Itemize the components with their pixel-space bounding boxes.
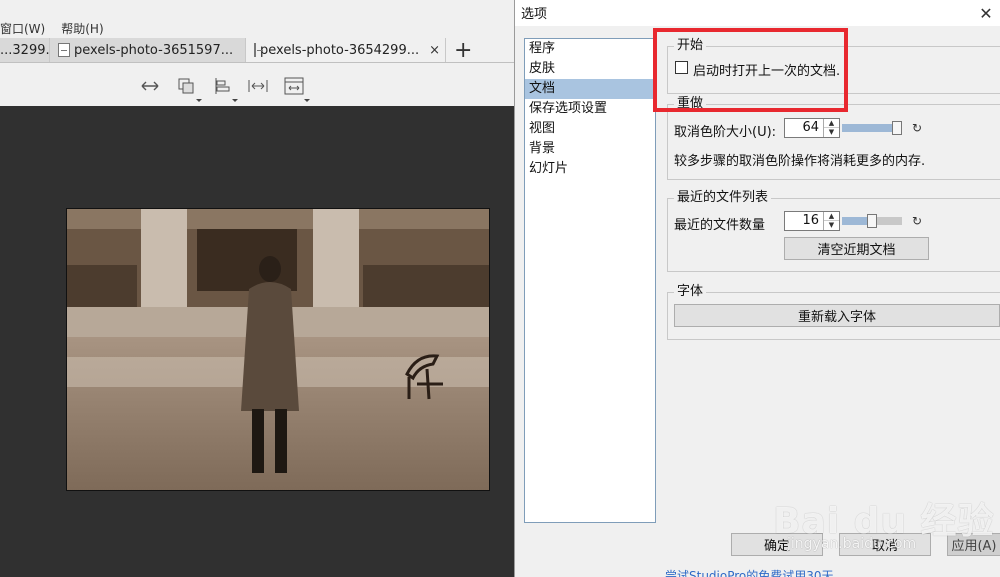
menu-help[interactable]: 帮助(H) (61, 20, 103, 38)
menubar: 窗口(W) 帮助(H) (0, 20, 104, 38)
tab-document-2[interactable]: pexels-photo-3651597... (50, 38, 246, 62)
undo-memory-note: 较多步骤的取消色阶操作将消耗更多的内存. (674, 154, 926, 169)
font-group: 字体 重新载入字体 (667, 284, 1000, 340)
nav-item-slideshow[interactable]: 幻灯片 (525, 159, 655, 179)
recent-files-count-slider[interactable] (842, 214, 902, 228)
tab-bar: ...3299... pexels-photo-3651597... pexel… (0, 38, 514, 62)
recent-files-count-value: 16 (802, 213, 819, 228)
recent-files-count-label: 最近的文件数量 (674, 218, 766, 233)
reload-fonts-button[interactable]: 重新载入字体 (674, 304, 1000, 327)
nav-item-view[interactable]: 视图 (525, 119, 655, 139)
nav-item-document[interactable]: 文档 (525, 79, 655, 99)
new-tab-button[interactable]: + (446, 40, 480, 62)
trial-offer-link[interactable]: 尝试StudioPro的免费试用30天 (665, 567, 834, 577)
slider-fill (842, 124, 897, 132)
document-icon (58, 43, 70, 57)
nav-item-save-options[interactable]: 保存选项设置 (525, 99, 655, 119)
options-dialog: 选项 ✕ 程序 皮肤 文档 保存选项设置 视图 背景 幻灯片 开始 启动时打开上… (514, 0, 1000, 577)
recent-files-group-title: 最近的文件列表 (674, 190, 772, 206)
stepper-down-icon[interactable]: ▼ (824, 128, 839, 137)
tab-label: pexels-photo-3654299... (260, 42, 420, 58)
cancel-button[interactable]: 取消 (839, 533, 931, 556)
menu-window[interactable]: 窗口(W) (0, 20, 45, 38)
fit-spacing-icon[interactable] (246, 74, 270, 98)
layers-icon[interactable] (174, 74, 202, 102)
tab-document-1[interactable]: ...3299... (0, 38, 58, 62)
stepper-down-icon[interactable]: ▼ (824, 221, 839, 230)
clear-recent-documents-button[interactable]: 清空近期文档 (784, 237, 929, 260)
tab-close-icon[interactable]: × (429, 43, 440, 58)
close-icon[interactable]: ✕ (971, 0, 1000, 26)
slider-thumb[interactable] (867, 214, 877, 228)
tab-document-3[interactable]: pexels-photo-3654299... × (246, 38, 446, 62)
stepper-arrows[interactable]: ▲ ▼ (823, 119, 839, 137)
dialog-titlebar[interactable]: 选项 ✕ (515, 0, 1000, 26)
reset-recent-icon[interactable]: ↻ (912, 214, 922, 228)
recent-files-count-stepper[interactable]: 16 ▲ ▼ (784, 211, 840, 231)
fit-width-icon[interactable] (138, 74, 162, 98)
stepper-up-icon[interactable]: ▲ (824, 212, 839, 221)
nav-item-background[interactable]: 背景 (525, 139, 655, 159)
nav-item-skin[interactable]: 皮肤 (525, 59, 655, 79)
document-icon (254, 43, 263, 57)
recent-files-group: 最近的文件列表 最近的文件数量 16 ▲ ▼ ↻ 清空近期文档 (667, 190, 1000, 272)
nav-item-program[interactable]: 程序 (525, 39, 655, 59)
ok-button[interactable]: 确定 (731, 533, 823, 556)
fit-window-icon[interactable] (282, 74, 310, 102)
photo-preview (66, 208, 490, 491)
undo-levels-label: 取消色阶大小(U): (674, 125, 777, 140)
viewer-toolbar (0, 70, 514, 104)
apply-button[interactable]: 应用(A) (947, 533, 1000, 556)
undo-levels-stepper[interactable]: 64 ▲ ▼ (784, 118, 840, 138)
highlight-annotation (653, 28, 848, 112)
tab-label: pexels-photo-3651597... (74, 42, 234, 58)
options-category-list: 程序 皮肤 文档 保存选项设置 视图 背景 幻灯片 (524, 38, 656, 523)
image-viewer[interactable] (0, 106, 514, 577)
slider-thumb[interactable] (892, 121, 902, 135)
background-app: 窗口(W) 帮助(H) ...3299... pexels-photo-3651… (0, 0, 514, 577)
undo-group: 重做 取消色阶大小(U): 64 ▲ ▼ ↻ 较多步骤的取消色阶操作将消耗更多的… (667, 96, 1000, 180)
align-icon[interactable] (210, 74, 238, 102)
undo-levels-slider[interactable] (842, 121, 902, 135)
stepper-up-icon[interactable]: ▲ (824, 119, 839, 128)
undo-levels-value: 64 (802, 120, 819, 135)
dialog-title: 选项 (521, 7, 548, 22)
stepper-arrows[interactable]: ▲ ▼ (823, 212, 839, 230)
tab-divider (0, 62, 514, 63)
reset-undo-icon[interactable]: ↻ (912, 121, 922, 135)
font-group-title: 字体 (674, 284, 707, 300)
